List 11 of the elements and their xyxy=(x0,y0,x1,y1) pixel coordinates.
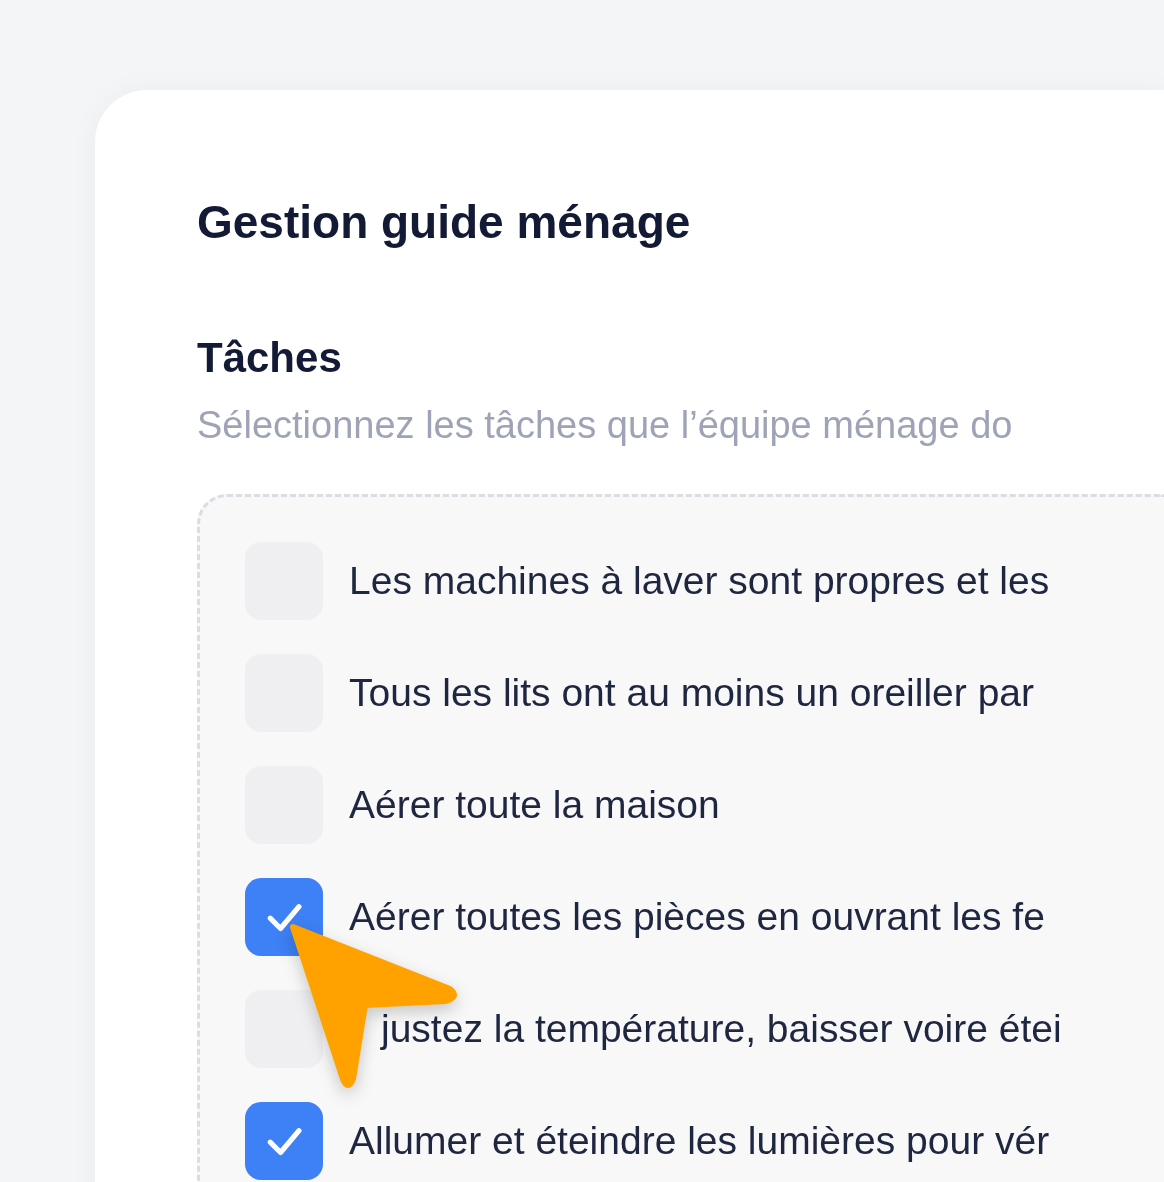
task-label: Aérer toutes les pièces en ouvrant les fe xyxy=(349,895,1045,939)
page-title: Gestion guide ménage xyxy=(197,195,692,250)
task-label: Aérer toute la maison xyxy=(349,783,720,827)
checkbox[interactable] xyxy=(245,1102,323,1180)
task-label: Allumer et éteindre les lumières pour vér xyxy=(349,1119,1050,1163)
task-label: justez la température, baisser voire étei xyxy=(381,1007,1062,1051)
task-label: Les machines à laver sont propres et les xyxy=(349,559,1050,603)
task-label: Tous les lits ont au moins un oreiller par xyxy=(349,671,1034,715)
section-description: Sélectionnez les tâches que l’équipe ménage do xyxy=(197,403,1014,448)
checkbox[interactable] xyxy=(245,990,323,1068)
section-heading: Tâches xyxy=(197,333,343,383)
